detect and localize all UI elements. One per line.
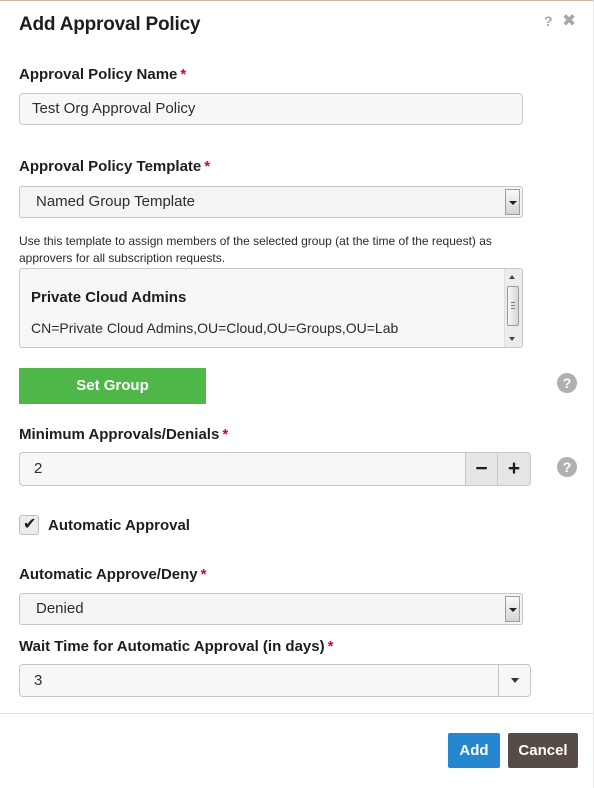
min-approvals-label-text: Minimum Approvals/Denials (19, 426, 220, 443)
auto-approve-deny-value: Denied (36, 600, 84, 617)
auto-approve-deny-label: Automatic Approve/Deny * (19, 566, 206, 583)
policy-template-label-text: Approval Policy Template (19, 158, 202, 175)
help-icon[interactable]: ? (557, 373, 577, 393)
policy-name-label-text: Approval Policy Name (19, 66, 178, 83)
automatic-approval-label: Automatic Approval (48, 517, 190, 534)
policy-name-label: Approval Policy Name * (19, 66, 186, 83)
required-marker: * (327, 638, 334, 655)
group-listbox[interactable]: Private Cloud Admins CN=Private Cloud Ad… (19, 268, 523, 348)
add-button[interactable]: Add (448, 733, 500, 768)
divider (498, 665, 499, 696)
set-group-button[interactable]: Set Group (19, 368, 206, 404)
min-approvals-input[interactable]: 2 (19, 452, 465, 486)
automatic-approval-checkbox[interactable]: ✔ (19, 515, 39, 535)
chevron-down-icon (509, 608, 517, 612)
increment-button[interactable]: + (498, 452, 531, 486)
grip-line (511, 308, 515, 309)
top-border (0, 0, 594, 1)
scroll-down-icon[interactable] (509, 337, 515, 341)
policy-template-select[interactable]: Named Group Template (19, 186, 523, 218)
policy-template-value: Named Group Template (36, 193, 195, 210)
template-description: Use this template to assign members of t… (19, 234, 492, 265)
grip-line (511, 305, 515, 306)
group-dn: CN=Private Cloud Admins,OU=Cloud,OU=Grou… (31, 320, 399, 336)
wait-time-label-text: Wait Time for Automatic Approval (in day… (19, 638, 325, 655)
required-marker: * (180, 66, 187, 83)
wait-time-value: 3 (34, 672, 43, 689)
min-approvals-label: Minimum Approvals/Denials * (19, 426, 228, 443)
cancel-button[interactable]: Cancel (508, 733, 578, 768)
listbox-scrollbar[interactable] (504, 269, 522, 347)
checkmark-icon: ✔ (23, 516, 37, 533)
chevron-down-icon[interactable] (511, 678, 519, 683)
dropdown-button[interactable] (505, 596, 520, 622)
scroll-up-icon[interactable] (509, 275, 515, 279)
chevron-down-icon (509, 201, 517, 205)
auto-approve-deny-select[interactable]: Denied (19, 593, 523, 625)
wait-time-select[interactable]: 3 (19, 664, 531, 697)
wait-time-label: Wait Time for Automatic Approval (in day… (19, 638, 333, 655)
required-marker: * (204, 158, 211, 175)
help-icon[interactable]: ? (557, 457, 577, 477)
grip-line (511, 302, 515, 303)
group-name: Private Cloud Admins (31, 289, 187, 306)
policy-template-label: Approval Policy Template * (19, 158, 210, 175)
dialog-title: Add Approval Policy (19, 14, 201, 35)
help-icon[interactable]: ? (544, 13, 553, 29)
scrollbar-thumb[interactable] (507, 286, 519, 326)
auto-approve-deny-label-text: Automatic Approve/Deny (19, 566, 198, 583)
decrement-button[interactable]: − (465, 452, 498, 486)
footer-divider (0, 713, 594, 714)
policy-name-input[interactable]: Test Org Approval Policy (19, 93, 523, 125)
required-marker: * (222, 426, 229, 443)
min-approvals-stepper: 2 − + (19, 452, 531, 486)
close-icon[interactable]: ✖ (562, 11, 576, 31)
dropdown-button[interactable] (505, 189, 520, 215)
required-marker: * (200, 566, 207, 583)
